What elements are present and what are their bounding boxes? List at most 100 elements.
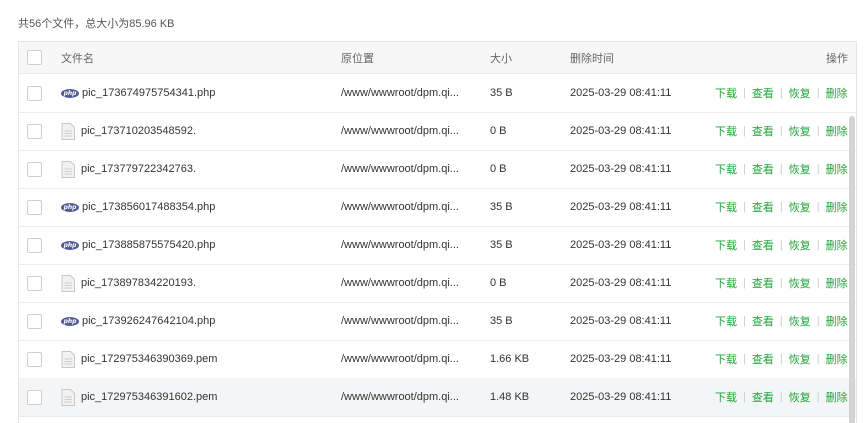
download-link[interactable]: 下载 — [715, 123, 737, 139]
php-file-icon: php — [61, 316, 79, 326]
delete-time: 2025-03-29 08:41:11 — [570, 201, 672, 213]
row-checkbox[interactable] — [27, 313, 42, 329]
restore-link[interactable]: 恢复 — [789, 389, 811, 405]
delete-time: 2025-03-29 08:41:11 — [570, 87, 672, 99]
file-path: /www/wwwroot/dpm.qi... — [341, 163, 459, 175]
delete-link[interactable]: 删除 — [826, 237, 848, 253]
restore-link[interactable]: 恢复 — [789, 123, 811, 139]
file-size: 0 B — [490, 163, 507, 175]
file-icon — [61, 274, 75, 292]
restore-link[interactable]: 恢复 — [789, 237, 811, 253]
restore-link[interactable]: 恢复 — [789, 85, 811, 101]
restore-link[interactable]: 恢复 — [789, 313, 811, 329]
download-link[interactable]: 下载 — [715, 389, 737, 405]
restore-link[interactable]: 恢复 — [789, 275, 811, 291]
header-ops: 操作 — [826, 52, 848, 65]
header-time[interactable]: 删除时间 — [570, 42, 614, 73]
download-link[interactable]: 下载 — [715, 351, 737, 367]
file-name: pic_173674975754341.php — [82, 87, 216, 99]
header-name[interactable]: 文件名 — [61, 42, 331, 73]
file-size: 1.66 KB — [490, 353, 530, 365]
view-link[interactable]: 查看 — [752, 199, 774, 215]
table-row[interactable]: pic_172975346391602.pem/www/wwwroot/dpm.… — [19, 378, 856, 417]
table-row[interactable]: php pic_173926247642104.php/www/wwwroot/d… — [19, 302, 856, 341]
table-row[interactable]: pic_172975346390369.pem/www/wwwroot/dpm.… — [19, 340, 856, 379]
file-path: /www/wwwroot/dpm.qi... — [341, 87, 459, 99]
row-checkbox[interactable] — [27, 351, 42, 367]
delete-time: 2025-03-29 08:41:11 — [570, 353, 672, 365]
file-summary: 共56个文件，总大小为85.96 KB — [18, 18, 175, 30]
delete-link[interactable]: 删除 — [826, 161, 848, 177]
file-name: pic_173926247642104.php — [82, 315, 216, 327]
file-size: 35 B — [490, 201, 513, 213]
delete-link[interactable]: 删除 — [826, 199, 848, 215]
download-link[interactable]: 下载 — [715, 275, 737, 291]
delete-time: 2025-03-29 08:41:11 — [570, 125, 672, 137]
file-path: /www/wwwroot/dpm.qi... — [341, 391, 459, 403]
file-name: pic_173885875575420.php — [82, 239, 216, 251]
php-file-icon: php — [61, 202, 79, 212]
file-size: 0 B — [490, 277, 507, 289]
table-row[interactable]: php pic_173856017488354.php/www/wwwroot/d… — [19, 188, 856, 227]
row-checkbox[interactable] — [27, 161, 42, 177]
recycle-bin-table: 文件名 原位置 大小 删除时间 操作 php pic_17367497575434… — [18, 41, 857, 423]
file-size: 35 B — [490, 315, 513, 327]
file-path: /www/wwwroot/dpm.qi... — [341, 277, 459, 289]
delete-link[interactable]: 删除 — [826, 275, 848, 291]
file-path: /www/wwwroot/dpm.qi... — [341, 353, 459, 365]
download-link[interactable]: 下载 — [715, 85, 737, 101]
file-name: pic_172975346390369.pem — [81, 353, 218, 365]
file-icon — [61, 388, 75, 406]
view-link[interactable]: 查看 — [752, 237, 774, 253]
file-name: pic_173897834220193. — [81, 277, 197, 289]
restore-link[interactable]: 恢复 — [789, 199, 811, 215]
row-checkbox[interactable] — [27, 237, 42, 253]
file-path: /www/wwwroot/dpm.qi... — [341, 201, 459, 213]
row-checkbox[interactable] — [27, 123, 42, 139]
delete-link[interactable]: 删除 — [826, 351, 848, 367]
row-checkbox[interactable] — [27, 199, 42, 215]
view-link[interactable]: 查看 — [752, 351, 774, 367]
view-link[interactable]: 查看 — [752, 389, 774, 405]
download-link[interactable]: 下载 — [715, 161, 737, 177]
delete-time: 2025-03-29 08:41:11 — [570, 239, 672, 251]
delete-time: 2025-03-29 08:41:11 — [570, 315, 672, 327]
file-name: pic_173779722342763. — [81, 163, 197, 175]
delete-time: 2025-03-29 08:41:11 — [570, 277, 672, 289]
file-icon — [61, 160, 75, 178]
view-link[interactable]: 查看 — [752, 161, 774, 177]
header-size[interactable]: 大小 — [490, 42, 512, 73]
table-row[interactable]: pic_173710203548592. /www/wwwroot/dpm.qi.… — [19, 112, 856, 151]
table-row[interactable]: php pic_173885875575420.php/www/wwwroot/d… — [19, 226, 856, 265]
row-checkbox[interactable] — [27, 389, 42, 405]
delete-link[interactable]: 删除 — [826, 85, 848, 101]
file-name: pic_172975346391602.pem — [81, 391, 218, 403]
restore-link[interactable]: 恢复 — [789, 351, 811, 367]
row-checkbox[interactable] — [27, 275, 42, 291]
download-link[interactable]: 下载 — [715, 313, 737, 329]
vertical-scrollbar[interactable] — [849, 116, 855, 423]
download-link[interactable]: 下载 — [715, 199, 737, 215]
view-link[interactable]: 查看 — [752, 85, 774, 101]
download-link[interactable]: 下载 — [715, 237, 737, 253]
table-row[interactable]: pic_173897834220193. /www/wwwroot/dpm.qi.… — [19, 264, 856, 303]
file-size: 1.48 KB — [490, 391, 530, 403]
table-row[interactable]: php pic_173674975754341.php/www/wwwroot/d… — [19, 74, 856, 113]
table-header: 文件名 原位置 大小 删除时间 操作 — [19, 42, 856, 74]
view-link[interactable]: 查看 — [752, 313, 774, 329]
row-checkbox[interactable] — [27, 85, 42, 101]
file-size: 0 B — [490, 125, 507, 137]
table-row[interactable]: pic_173779722342763. /www/wwwroot/dpm.qi.… — [19, 150, 856, 189]
file-name: pic_173856017488354.php — [82, 201, 216, 213]
select-all-checkbox[interactable] — [27, 50, 42, 65]
delete-link[interactable]: 删除 — [826, 313, 848, 329]
php-file-icon: php — [61, 240, 79, 250]
file-path: /www/wwwroot/dpm.qi... — [341, 125, 459, 137]
view-link[interactable]: 查看 — [752, 275, 774, 291]
file-path: /www/wwwroot/dpm.qi... — [341, 239, 459, 251]
delete-link[interactable]: 删除 — [826, 389, 848, 405]
delete-link[interactable]: 删除 — [826, 123, 848, 139]
file-path: /www/wwwroot/dpm.qi... — [341, 315, 459, 327]
view-link[interactable]: 查看 — [752, 123, 774, 139]
restore-link[interactable]: 恢复 — [789, 161, 811, 177]
